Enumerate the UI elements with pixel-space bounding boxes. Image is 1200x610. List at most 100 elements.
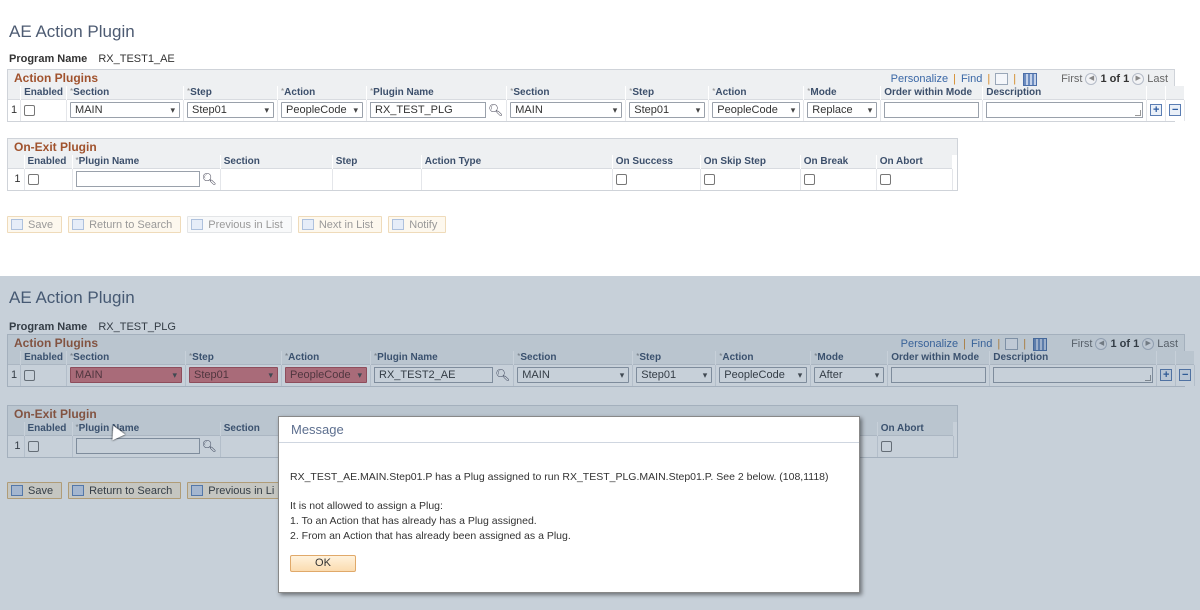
previous-in-list-icon <box>191 219 204 230</box>
return-to-search-icon <box>72 219 85 230</box>
on-abort-checkbox[interactable] <box>879 173 891 185</box>
description-textarea[interactable] <box>986 102 1144 119</box>
next-row-icon[interactable]: ▶ <box>1142 338 1155 350</box>
previous-row-icon[interactable]: ◀ <box>1095 338 1108 350</box>
plugin-step-select[interactable]: Step01 ▾ <box>629 102 706 119</box>
plugin-name-input[interactable]: RX_TEST_PLG <box>370 102 487 119</box>
first-link[interactable]: First <box>1071 336 1092 352</box>
col-on-success: On Success <box>612 155 701 168</box>
plugin-name-input[interactable] <box>75 438 200 455</box>
on-exit-plugin-grid: On-Exit Plugin Enabled *Plugin Name Sect… <box>7 138 958 191</box>
enabled-checkbox[interactable] <box>27 173 39 185</box>
return-to-search-button[interactable]: Return to Search <box>68 216 182 233</box>
previous-row-icon[interactable]: ◀ <box>1085 73 1098 85</box>
panel-rx-test1-ae: AE Action Plugin Program Name RX_TEST1_A… <box>0 0 1200 276</box>
row-number: 1 <box>8 363 22 386</box>
find-link[interactable]: Find <box>961 71 982 87</box>
download-grid-icon[interactable] <box>1033 337 1048 351</box>
view-all-icon[interactable] <box>995 73 1009 85</box>
lookup-icon[interactable]: 🔍︎ <box>488 103 503 117</box>
first-link[interactable]: First <box>1061 71 1082 87</box>
add-row-button[interactable]: + <box>1150 104 1163 117</box>
step-select[interactable]: Step01 ▾ <box>187 102 275 119</box>
step-select-error[interactable]: Step01 ▾ <box>189 367 279 384</box>
chevron-down-icon: ▾ <box>619 369 625 380</box>
mode-select[interactable]: Replace ▾ <box>807 102 878 119</box>
previous-in-list-button[interactable]: Previous in List <box>187 216 292 233</box>
message-detail: It is not allowed to assign a Plug: <box>290 500 443 512</box>
enabled-checkbox[interactable] <box>24 104 36 116</box>
save-button[interactable]: Save <box>7 482 63 499</box>
order-within-mode-input[interactable] <box>884 102 980 119</box>
plugin-section-select[interactable]: MAIN ▾ <box>510 102 623 119</box>
description-textarea[interactable] <box>993 367 1154 384</box>
lookup-icon[interactable]: 🔍︎ <box>495 368 510 382</box>
col-step-2: *Step <box>625 86 710 99</box>
plugin-section-select[interactable]: MAIN ▾ <box>517 367 630 384</box>
download-grid-icon[interactable] <box>1023 72 1038 86</box>
program-name-label: Program Name <box>9 53 88 65</box>
lookup-icon[interactable]: 🔍︎ <box>202 172 217 186</box>
chevron-down-icon: ▾ <box>612 104 618 115</box>
col-on-abort: On Abort <box>876 155 953 168</box>
col-step: *Step <box>185 351 283 364</box>
delete-row-button[interactable]: − <box>1169 104 1182 117</box>
col-section-2: *Section <box>513 351 634 364</box>
chevron-down-icon: ▾ <box>170 104 176 115</box>
table-row: 1 MAIN ▾ Step01 ▾ PeopleCode ▾ RX_TEST_PLG 🔍… <box>8 98 1186 121</box>
view-all-icon[interactable] <box>1005 338 1019 350</box>
save-button[interactable]: Save <box>7 216 63 233</box>
previous-in-list-button[interactable]: Previous in Li <box>187 482 284 499</box>
notify-button[interactable]: Notify <box>388 216 447 233</box>
grid-title: On-Exit Plugin <box>14 407 97 421</box>
plugin-name-input[interactable]: RX_TEST2_AE <box>374 367 494 384</box>
section-select-error[interactable]: MAIN ▾ <box>70 367 183 384</box>
grid-title: On-Exit Plugin <box>14 140 97 154</box>
enabled-checkbox[interactable] <box>27 440 39 452</box>
chevron-down-icon: ▾ <box>790 104 796 115</box>
plugin-name-input[interactable] <box>75 171 200 188</box>
col-plugin-name: *Plugin Name <box>370 351 515 364</box>
plugin-action-select[interactable]: PeopleCode ▾ <box>712 102 801 119</box>
col-enabled: Enabled <box>24 422 73 435</box>
chevron-down-icon: ▾ <box>797 369 803 380</box>
add-row-button[interactable]: + <box>1160 369 1173 382</box>
personalize-link[interactable]: Personalize <box>901 336 958 352</box>
last-link[interactable]: Last <box>1147 71 1168 87</box>
dialog-title: Message <box>279 417 859 443</box>
mode-select[interactable]: After ▾ <box>814 367 885 384</box>
plugin-step-select[interactable]: Step01 ▾ <box>636 367 713 384</box>
return-to-search-button[interactable]: Return to Search <box>68 482 182 499</box>
action-select[interactable]: PeopleCode ▾ <box>281 102 364 119</box>
chevron-down-icon: ▾ <box>357 369 363 380</box>
chevron-down-icon: ▾ <box>353 104 359 115</box>
save-icon <box>11 485 23 496</box>
find-link[interactable]: Find <box>971 336 992 352</box>
action-select-error[interactable]: PeopleCode ▾ <box>285 367 368 384</box>
on-success-checkbox[interactable] <box>615 173 627 185</box>
on-abort-checkbox[interactable] <box>880 440 892 452</box>
section-select[interactable]: MAIN ▾ <box>70 102 181 119</box>
grid-title: Action Plugins <box>14 336 98 350</box>
plugin-action-select[interactable]: PeopleCode ▾ <box>719 367 808 384</box>
grid-navigation: Personalize | Find | | First ◀ 1 of 1 ▶ La… <box>890 71 1168 87</box>
message-text: RX_TEST_AE.MAIN.Step01.P has a Plug assi… <box>290 471 829 483</box>
row-number: 1 <box>8 98 22 121</box>
on-break-checkbox[interactable] <box>803 173 815 185</box>
personalize-link[interactable]: Personalize <box>891 71 948 87</box>
col-section: *Section <box>66 86 185 99</box>
chevron-down-icon: ▾ <box>172 369 178 380</box>
message-detail-item: 2. From an Action that has already been … <box>290 530 571 542</box>
order-within-mode-input[interactable] <box>891 367 987 384</box>
enabled-checkbox[interactable] <box>24 369 36 381</box>
row-number: 1 <box>8 167 25 190</box>
next-row-icon[interactable]: ▶ <box>1132 73 1145 85</box>
save-icon <box>11 219 23 230</box>
lookup-icon[interactable]: 🔍︎ <box>202 439 217 453</box>
last-link[interactable]: Last <box>1157 336 1178 352</box>
ok-button[interactable]: OK <box>290 555 356 572</box>
on-skip-step-checkbox[interactable] <box>703 173 715 185</box>
delete-row-button[interactable]: − <box>1179 369 1192 382</box>
next-in-list-button[interactable]: Next in List <box>297 216 383 233</box>
chevron-down-icon: ▾ <box>264 104 270 115</box>
